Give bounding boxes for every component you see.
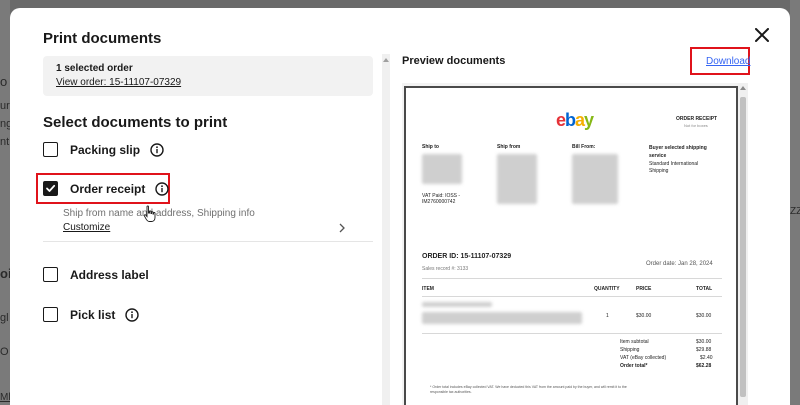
ebay-logo-letter: b — [565, 110, 576, 130]
totals-value: $30.00 — [696, 339, 712, 345]
print-documents-dialog: Print documents 1 selected order View or… — [10, 8, 790, 405]
option-packing-slip: Packing slip — [43, 142, 164, 157]
ship-to-label: Ship to — [422, 144, 439, 150]
option-pick-list: Pick list — [43, 307, 140, 322]
receipt-header-subtitle: Not for boxes — [684, 123, 708, 128]
background-text-fragment: ur — [0, 100, 10, 112]
customize-link[interactable]: Customize — [63, 222, 110, 233]
buyer-shipping-label: Buyer selected shipping service — [649, 145, 707, 159]
selected-order-count: 1 selected order — [56, 63, 133, 74]
order-date: Order date: Jan 28, 2024 — [646, 261, 713, 267]
preview-scrollbar[interactable] — [738, 83, 748, 405]
background-text-fragment: o — [0, 74, 8, 89]
totals-value: $29.88 — [696, 347, 712, 353]
address-label-checkbox[interactable] — [43, 267, 58, 282]
redacted-ship-from — [497, 154, 537, 204]
totals-label: Order total* — [620, 363, 648, 369]
background-left-edge — [0, 0, 10, 405]
background-text-fragment: ZZ — [790, 206, 800, 217]
info-icon[interactable] — [125, 307, 140, 322]
sales-record: Sales record #: 3133 — [422, 266, 469, 272]
column-quantity: QUANTITY — [594, 286, 620, 292]
order-receipt-description: Ship from name and address, Shipping inf… — [63, 208, 255, 219]
redacted-ship-to — [422, 154, 462, 184]
receipt-header-title: ORDER RECEIPT — [676, 116, 718, 122]
row-price: $30.00 — [636, 313, 652, 319]
chevron-right-icon[interactable] — [338, 220, 346, 238]
scroll-up-icon[interactable] — [740, 86, 746, 90]
redacted-item-title — [422, 302, 492, 307]
option-order-receipt: Order receipt — [43, 181, 170, 196]
view-order-link[interactable]: View order: 15-11107-07329 — [56, 77, 181, 88]
document-preview-area: ebay ORDER RECEIPT Not for boxes Ship to… — [402, 83, 748, 405]
footnote-line-2: responsible tax authorities. — [430, 390, 472, 394]
totals-label: VAT (eBay collected) — [620, 355, 667, 361]
background-text-fragment: nt — [0, 136, 10, 148]
totals-value: $62.28 — [696, 363, 712, 369]
close-icon — [755, 28, 769, 42]
totals-label: Item subtotal — [620, 339, 649, 345]
background-right-edge — [790, 0, 800, 405]
order-receipt-checkbox[interactable] — [43, 181, 58, 196]
ebay-logo-letter: e — [556, 110, 566, 130]
preview-documents-heading: Preview documents — [402, 55, 506, 67]
shipping-service-line-1: Standard International — [649, 161, 699, 167]
column-item: ITEM — [422, 286, 434, 292]
column-total: TOTAL — [696, 286, 713, 292]
info-icon[interactable] — [155, 181, 170, 196]
packing-slip-label[interactable]: Packing slip — [70, 143, 140, 157]
document-selection-pane: Print documents 1 selected order View or… — [10, 8, 382, 405]
info-icon[interactable] — [150, 142, 164, 157]
scrollbar-thumb[interactable] — [740, 97, 746, 397]
checkmark-icon — [46, 184, 56, 192]
ebay-logo-letter: a — [575, 110, 585, 130]
scroll-up-icon[interactable] — [382, 56, 390, 64]
shipping-service-line-2: Shipping — [649, 168, 669, 174]
redacted-bill-from — [572, 154, 618, 204]
receipt-divider — [422, 278, 722, 279]
pick-list-checkbox[interactable] — [43, 307, 58, 322]
pick-list-label[interactable]: Pick list — [70, 308, 115, 322]
receipt-divider — [422, 333, 722, 334]
select-documents-heading: Select documents to print — [43, 114, 228, 131]
totals-value: $2.40 — [700, 355, 713, 361]
receipt-divider — [422, 296, 722, 297]
selected-order-summary: 1 selected order View order: 15-11107-07… — [43, 56, 373, 96]
row-total: $30.00 — [696, 313, 712, 319]
ebay-logo: ebay — [556, 110, 594, 131]
background-text-fragment: gl — [0, 312, 9, 324]
totals-label: Shipping — [620, 347, 640, 353]
order-receipt-preview: ebay ORDER RECEIPT Not for boxes Ship to… — [404, 86, 738, 405]
close-button[interactable] — [751, 24, 773, 46]
hand-cursor-icon — [143, 205, 157, 228]
row-quantity: 1 — [606, 313, 609, 319]
address-label-label[interactable]: Address label — [70, 268, 149, 282]
ebay-logo-letter: y — [584, 110, 594, 130]
ship-from-label: Ship from — [497, 144, 521, 150]
order-receipt-label[interactable]: Order receipt — [70, 182, 145, 196]
redacted-item-details — [422, 312, 582, 324]
divider — [43, 241, 373, 242]
background-text-fragment: O — [0, 346, 9, 358]
footnote-line-1: * Order total includes eBay collected VA… — [430, 385, 627, 389]
vat-paid-line-2: IM2760000742 — [422, 199, 456, 205]
left-pane-scrollbar[interactable] — [382, 54, 390, 405]
order-id: ORDER ID: 15-11107-07329 — [422, 253, 512, 260]
option-address-label: Address label — [43, 267, 149, 282]
bill-from-label: Bill From: — [572, 144, 596, 150]
dialog-title: Print documents — [43, 30, 162, 47]
download-link[interactable]: Download — [706, 56, 750, 67]
column-price: PRICE — [636, 286, 652, 292]
packing-slip-checkbox[interactable] — [43, 142, 58, 157]
